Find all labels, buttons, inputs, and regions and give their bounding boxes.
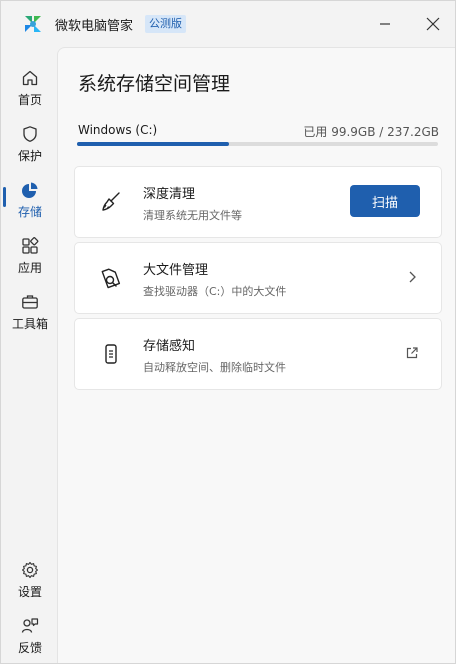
- drive-name: Windows (C:): [78, 123, 158, 137]
- large-file-card[interactable]: 大文件管理 查找驱动器（C:）中的大文件: [74, 242, 442, 314]
- scan-button[interactable]: 扫描: [350, 185, 420, 217]
- card-title: 大文件管理: [143, 263, 209, 278]
- storage-usage-fill: [77, 142, 229, 146]
- storage-sense-card[interactable]: 存储感知 自动释放空间、删除临时文件: [74, 318, 442, 390]
- open-external-icon: [406, 347, 418, 359]
- sidebar: 首页 保护 存储 应用 工具箱 设置 反馈: [1, 47, 57, 663]
- card-title: 深度清理: [143, 187, 196, 202]
- main-panel: 系统存储空间管理 Windows (C:) 已用 99.9GB / 237.2G…: [57, 47, 455, 663]
- feedback-icon: [21, 618, 39, 633]
- deep-clean-card: 深度清理 清理系统无用文件等 扫描: [74, 166, 442, 238]
- beta-badge: 公测版: [145, 15, 186, 33]
- card-description: 查找驱动器（C:）中的大文件: [143, 285, 287, 298]
- sidebar-item-feedback[interactable]: 反馈: [1, 613, 57, 663]
- minimize-icon: [380, 23, 390, 25]
- app-title: 微软电脑管家: [55, 19, 134, 34]
- sidebar-item-label: 设置: [17, 585, 42, 599]
- gear-icon: [21, 561, 39, 579]
- sidebar-item-label: 应用: [17, 261, 42, 275]
- sidebar-item-apps[interactable]: 应用: [1, 233, 57, 285]
- sidebar-item-label: 保护: [17, 149, 42, 163]
- sidebar-item-label: 首页: [17, 93, 42, 107]
- phone-storage-icon: [105, 344, 117, 364]
- apps-icon: [22, 237, 39, 254]
- sidebar-item-settings[interactable]: 设置: [1, 557, 57, 609]
- page-title: 系统存储空间管理: [78, 73, 231, 95]
- card-description: 清理系统无用文件等: [143, 209, 242, 222]
- close-button[interactable]: [422, 13, 444, 35]
- home-icon: [22, 70, 38, 86]
- toolbox-icon: [22, 295, 38, 309]
- storage-usage-bar: [77, 142, 438, 146]
- sidebar-item-storage[interactable]: 存储: [1, 177, 57, 229]
- drive-usage: 已用 99.9GB / 237.2GB: [303, 125, 439, 139]
- sidebar-item-home[interactable]: 首页: [1, 65, 57, 117]
- app-window: 微软电脑管家 公测版 首页 保护 存储 应用 工具箱 设置 反馈 系统存储空间管…: [0, 0, 456, 664]
- chevron-right-icon: [409, 271, 416, 283]
- sidebar-item-label: 工具箱: [11, 317, 48, 331]
- pie-chart-icon: [22, 182, 38, 198]
- sidebar-item-label: 存储: [17, 205, 42, 219]
- card-title: 存储感知: [143, 339, 196, 354]
- card-description: 自动释放空间、删除临时文件: [143, 361, 286, 374]
- app-logo-icon: [25, 16, 41, 32]
- sidebar-item-toolbox[interactable]: 工具箱: [1, 289, 57, 341]
- file-search-icon: [101, 268, 121, 289]
- broom-icon: [102, 192, 120, 211]
- close-icon: [426, 17, 440, 31]
- shield-icon: [23, 126, 37, 142]
- sidebar-item-protect[interactable]: 保护: [1, 121, 57, 173]
- title-bar: 微软电脑管家 公测版: [1, 1, 455, 47]
- sidebar-item-label: 反馈: [17, 641, 42, 655]
- minimize-button[interactable]: [374, 13, 396, 35]
